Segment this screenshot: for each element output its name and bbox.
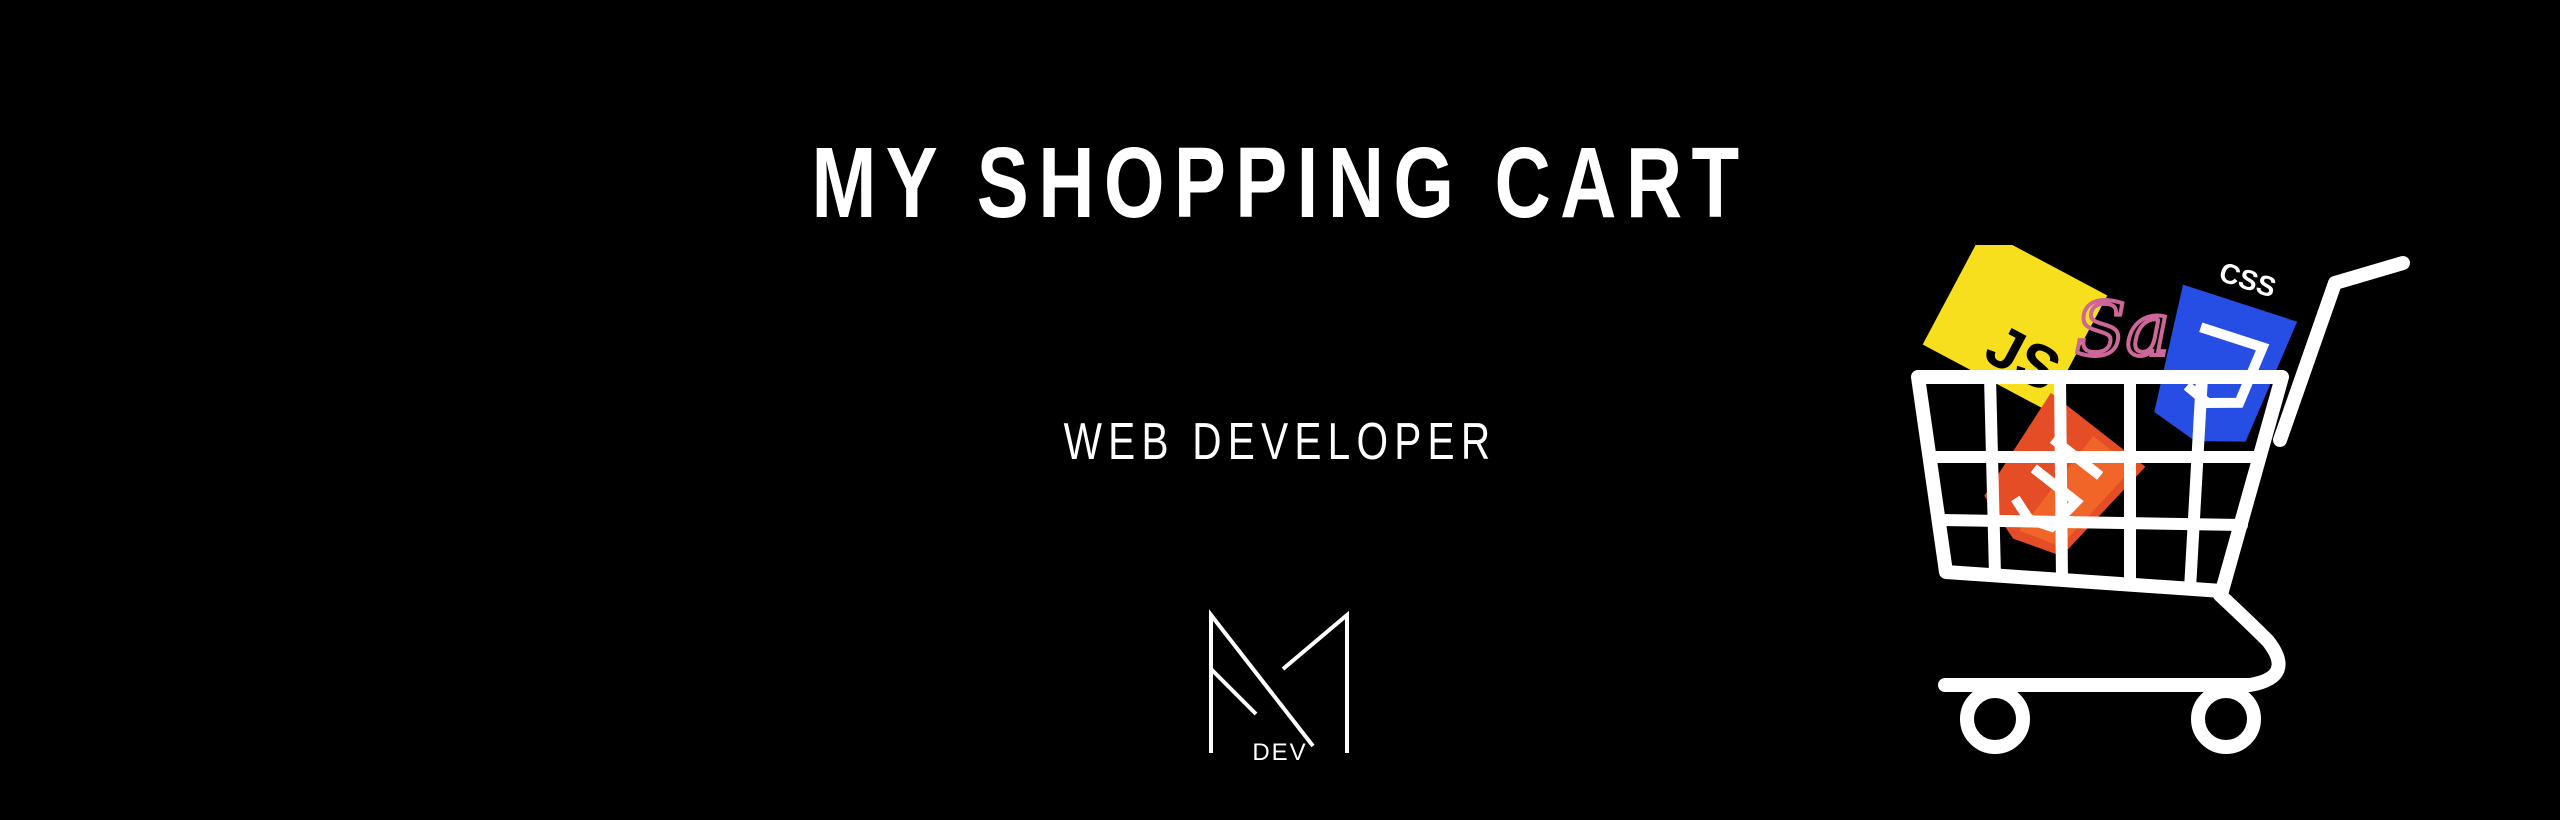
logo-text: DEV [1252, 739, 1307, 765]
cart-wheel [1960, 684, 2030, 754]
cart-wheel [2191, 684, 2261, 754]
banner: MY SHOPPING CART WEB DEVELOPER DEV JS Sa… [0, 0, 2560, 820]
page-title: MY SHOPPING CART [811, 127, 1749, 239]
shopping-cart-icon: JS Sass CSS [1911, 245, 2410, 754]
m-monogram-icon: DEV [1209, 609, 1349, 765]
